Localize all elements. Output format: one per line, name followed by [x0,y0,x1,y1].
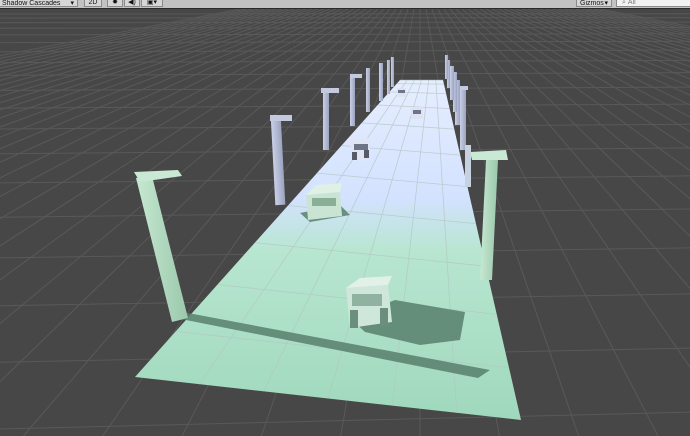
grid-line [0,123,690,130]
vehicle-far-2[interactable] [411,107,423,119]
sun-icon: ✹ [112,0,118,6]
speaker-icon: ◀) [128,0,136,6]
vehicle-far-1[interactable] [350,138,370,160]
shading-mode-label: Shadow Cascades [2,0,61,7]
grid-line [0,86,690,91]
lighting-toggle[interactable]: ✹ [107,0,123,7]
chevron-down-icon: ▾ [153,0,158,6]
shading-mode-dropdown[interactable]: Shadow Cascades ▾ [0,0,78,7]
chevron-down-icon: ▾ [70,0,74,7]
mode-2d-toggle[interactable]: 2D [84,0,102,7]
gizmos-dropdown[interactable]: Gizmos ▾ [576,0,612,7]
scene-canvas [0,9,690,436]
grid-line [0,72,690,76]
search-placeholder: All [627,0,636,6]
vehicle-near[interactable] [346,276,392,328]
search-field[interactable]: ⌕ All [616,0,690,7]
audio-toggle[interactable]: ◀) [124,0,140,7]
mode-2d-label: 2D [88,0,98,6]
grid-line [0,411,690,430]
chevron-down-icon: ▾ [604,0,608,7]
grid-line [0,21,690,24]
road-grid-line [396,83,444,85]
grid-line [0,40,690,44]
vehicle-far-3[interactable] [397,88,406,97]
image-icon: ▣ [146,0,154,6]
effects-dropdown[interactable]: ▣ ▾ [141,0,163,7]
scene-viewport[interactable] [0,9,690,436]
scene-toolbar: Shadow Cascades ▾ 2D ✹ ◀) ▣ ▾ Gizmos ▾ ⌕… [0,0,690,9]
gizmos-label: Gizmos [580,0,604,7]
search-icon: ⌕ [622,0,626,6]
